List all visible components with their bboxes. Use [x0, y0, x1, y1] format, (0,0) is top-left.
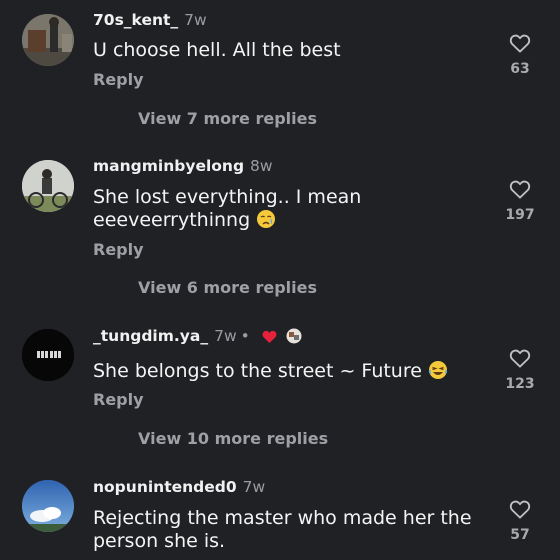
comment-header: mangminbyelong 8w — [93, 157, 273, 175]
comment-header: _tungdim.ya_ 7w • — [93, 327, 302, 345]
avatar[interactable] — [22, 14, 74, 66]
view-more-replies-button[interactable]: View 10 more replies — [138, 429, 328, 448]
comment-age: 7w — [214, 327, 237, 345]
username[interactable]: _tungdim.ya_ — [93, 327, 208, 345]
like-count: 123 — [505, 376, 535, 392]
crying-face-icon — [257, 210, 276, 228]
comment-header: nopunintended0 7w — [93, 478, 265, 496]
avatar[interactable] — [22, 480, 74, 532]
heart-outline-icon[interactable] — [509, 33, 531, 53]
heart-badge-icon — [262, 330, 277, 343]
laughing-face-icon — [428, 361, 448, 379]
comment-header: 70s_kent_ 7w — [93, 11, 207, 29]
comment-age: 8w — [250, 157, 273, 175]
like-button[interactable]: 63 — [500, 33, 540, 77]
username[interactable]: mangminbyelong — [93, 157, 244, 175]
like-button[interactable]: 123 — [500, 348, 540, 392]
comment-age: 7w — [242, 478, 266, 496]
heart-outline-icon[interactable] — [509, 499, 531, 519]
creator-avatar-icon — [286, 328, 302, 344]
heart-outline-icon[interactable] — [509, 348, 531, 368]
username[interactable]: nopunintended0 — [93, 478, 237, 496]
like-button[interactable]: 57 — [500, 499, 540, 543]
comment-text: She lost everything.. I mean eeeveerryth… — [93, 186, 483, 232]
comment-text: U choose hell. All the best — [93, 39, 341, 61]
comment-text-content: She lost everything.. I mean eeeveerryth… — [93, 186, 362, 231]
comment-text: Rejecting the master who made her the pe… — [93, 507, 472, 552]
comment-age: 7w — [184, 11, 207, 29]
like-count: 197 — [505, 207, 535, 223]
heart-outline-icon[interactable] — [509, 179, 531, 199]
like-button[interactable]: 197 — [500, 179, 540, 223]
reply-button[interactable]: Reply — [93, 70, 144, 89]
reply-button[interactable]: Reply — [93, 390, 144, 409]
separator-dot: • — [240, 327, 250, 345]
reply-button[interactable]: Reply — [93, 240, 144, 259]
comment-text-content: She belongs to the street ~ Future — [93, 360, 422, 382]
view-more-replies-button[interactable]: View 7 more replies — [138, 109, 317, 128]
like-count: 63 — [510, 61, 530, 77]
username[interactable]: 70s_kent_ — [93, 11, 178, 29]
avatar[interactable] — [22, 160, 74, 212]
like-count: 57 — [510, 527, 530, 543]
avatar[interactable] — [22, 329, 74, 381]
comment-text: She belongs to the street ~ Future — [93, 360, 483, 383]
view-more-replies-button[interactable]: View 6 more replies — [138, 278, 317, 297]
